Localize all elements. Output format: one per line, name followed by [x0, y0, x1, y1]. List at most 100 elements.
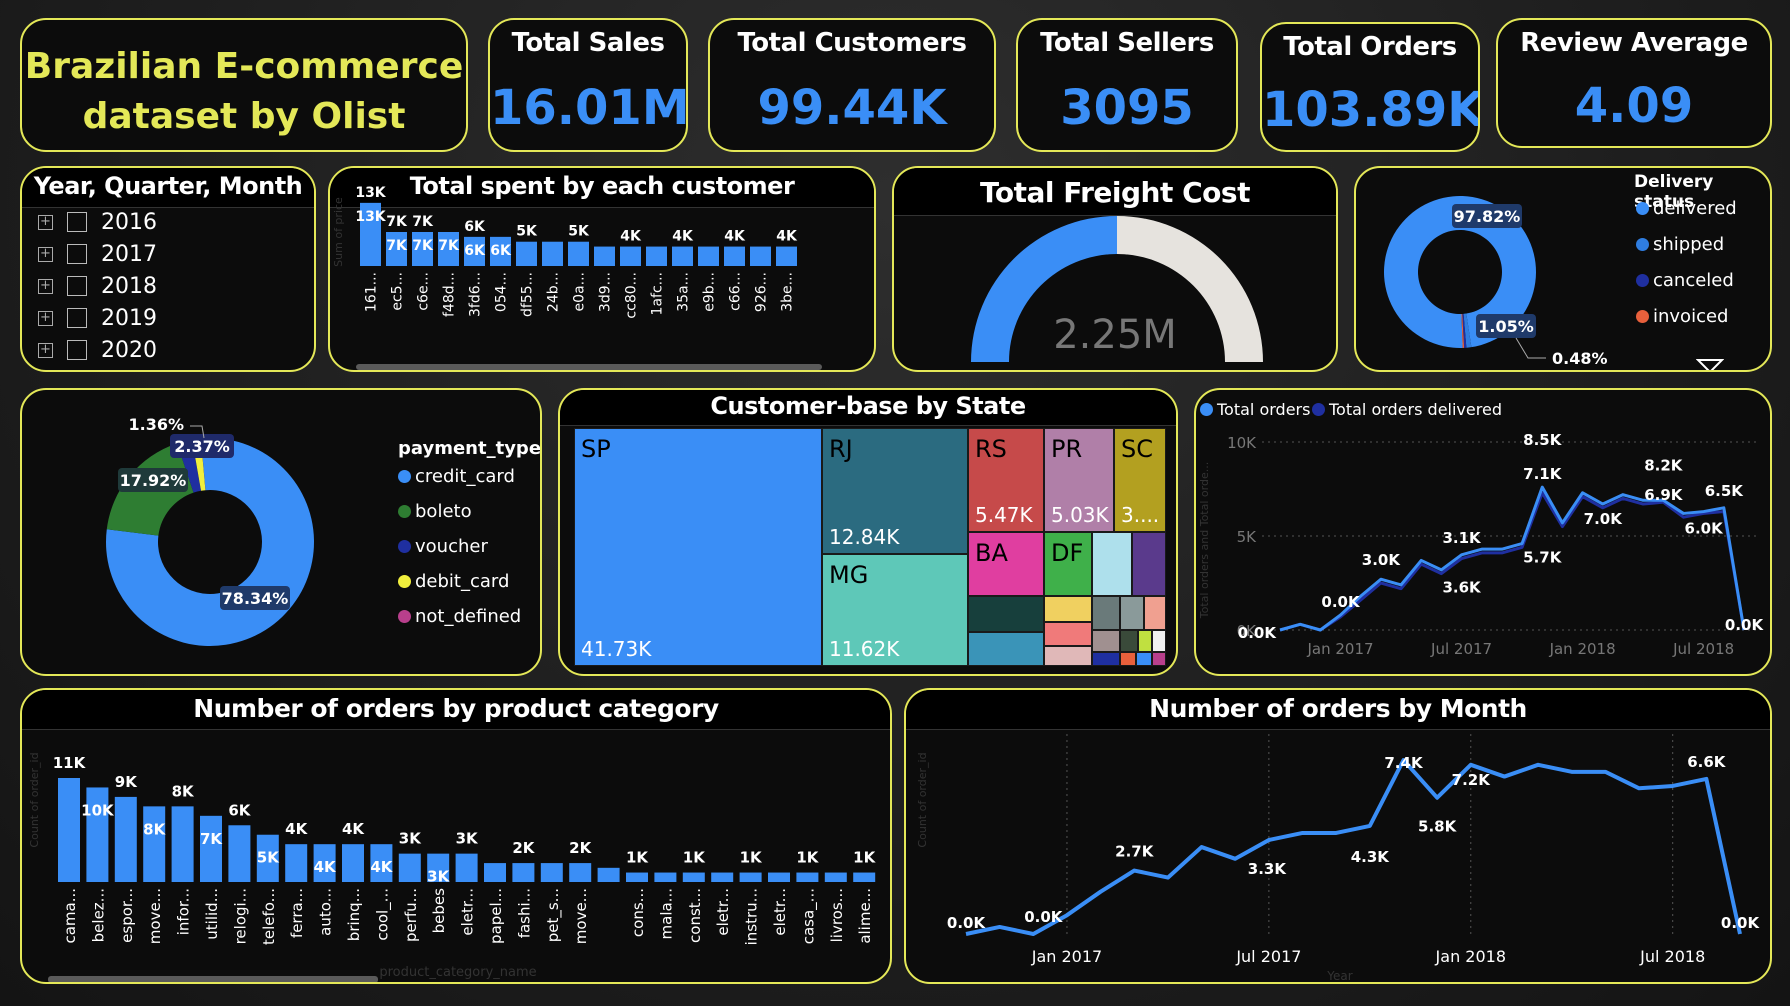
slicer-title: Year, Quarter, Month	[33, 172, 303, 200]
x-tick-label: Jan 2018	[1549, 640, 1616, 658]
x-tick-label: livros...	[828, 888, 846, 942]
x-tick-label: 1afc...	[650, 272, 666, 315]
expand-icon[interactable]: +	[38, 246, 53, 262]
treemap-cell-rj[interactable]: RJ 12.84K	[822, 428, 968, 554]
bar	[512, 863, 535, 882]
treemap-cell-small[interactable]	[1092, 532, 1132, 596]
x-tick-label: eletr...	[459, 888, 477, 936]
treemap-cell-sp[interactable]: SP 41.73K	[574, 428, 822, 666]
treemap-cell-small[interactable]	[1044, 596, 1092, 622]
bar	[516, 241, 537, 266]
bar	[143, 806, 166, 882]
x-tick-label: Jul 2017	[1235, 947, 1301, 966]
legend-item-delivered[interactable]: delivered	[1636, 198, 1737, 219]
data-label: 5K	[568, 224, 590, 240]
x-tick-label: telefo...	[260, 888, 278, 945]
legend-dot	[398, 540, 411, 553]
x-tick-label: espor...	[118, 888, 136, 943]
data-label: 3K	[399, 830, 422, 848]
data-label: 4K	[724, 229, 746, 245]
delivery-status-card: 97.82% 1.05% 0.48% Delivery status deliver…	[1354, 166, 1772, 372]
treemap-cell-df[interactable]: DF	[1044, 532, 1092, 596]
treemap-cell-small[interactable]	[968, 596, 1044, 632]
data-label-inside: 7K	[200, 830, 223, 848]
slicer-item-2016[interactable]: +2016	[38, 208, 157, 236]
data-label: 97.82%	[1454, 207, 1521, 226]
slicer-item-2017[interactable]: +2017	[38, 240, 157, 268]
legend-item-total-orders[interactable]: Total orders	[1200, 400, 1310, 419]
x-tick-label: 24b...	[546, 272, 562, 312]
treemap-cell-small[interactable]	[1132, 532, 1166, 596]
data-label: 0.0K	[1238, 624, 1278, 642]
treemap-cell-sc[interactable]: SC 3....	[1114, 428, 1166, 532]
legend-item-voucher[interactable]: voucher	[398, 536, 488, 557]
treemap-cell-small[interactable]	[1092, 596, 1120, 630]
kpi-review-average: Review Average 4.09	[1496, 18, 1772, 148]
legend-label: invoiced	[1653, 306, 1729, 327]
treemap-cell-small[interactable]	[1136, 652, 1152, 666]
x-tick-label: cons...	[629, 888, 647, 937]
legend-item-not-defined[interactable]: not_defined	[398, 606, 521, 627]
expand-icon[interactable]: +	[38, 342, 53, 358]
y-tick-label: 5K	[1237, 528, 1258, 546]
kpi-total-sellers: Total Sellers 3095	[1016, 18, 1238, 152]
expand-icon[interactable]: +	[38, 310, 53, 326]
expand-icon[interactable]: +	[38, 214, 53, 230]
data-label: 7K	[412, 214, 434, 230]
treemap-cell-small[interactable]	[1152, 652, 1166, 666]
x-tick-label: cool_...	[373, 888, 392, 941]
checkbox[interactable]	[67, 276, 87, 296]
legend-item-total-orders-delivered[interactable]: Total orders delivered	[1312, 400, 1502, 419]
freight-gauge-card: Total Freight Cost 2.25M	[892, 166, 1338, 372]
bar	[58, 778, 80, 882]
data-label: 17.92%	[120, 471, 187, 490]
treemap-cell-rs[interactable]: RS 5.47K	[968, 428, 1044, 532]
expand-icon[interactable]: +	[38, 278, 53, 294]
treemap-cell-mg[interactable]: MG 11.62K	[822, 554, 968, 666]
legend-scroll-down-icon[interactable]	[1696, 358, 1724, 372]
legend-item-invoiced[interactable]: invoiced	[1636, 306, 1728, 327]
treemap-cell-small[interactable]	[1120, 652, 1136, 666]
legend-item-debit-card[interactable]: debit_card	[398, 571, 509, 592]
treemap-cell-small[interactable]	[1044, 646, 1092, 666]
slicer-item-2018[interactable]: +2018	[38, 272, 157, 300]
legend-item-shipped[interactable]: shipped	[1636, 234, 1724, 255]
treemap-cell-small[interactable]	[1152, 630, 1166, 652]
slicer-item-label: 2018	[101, 273, 157, 299]
slicer-item-2019[interactable]: +2019	[38, 304, 157, 332]
checkbox[interactable]	[67, 340, 87, 360]
x-tick-label: 3be...	[780, 272, 796, 312]
bar	[750, 246, 771, 266]
slicer-item-2020[interactable]: +2020	[38, 336, 157, 364]
treemap-cell-small[interactable]	[1120, 630, 1138, 652]
checkbox[interactable]	[67, 212, 87, 232]
treemap-cell-small[interactable]	[1044, 622, 1092, 646]
treemap-cell-ba[interactable]: BA	[968, 532, 1044, 596]
data-label: 0.48%	[1552, 349, 1608, 368]
treemap-cell-small[interactable]	[1144, 596, 1166, 630]
treemap-cell-small[interactable]	[1092, 652, 1120, 666]
slicer-item-label: 2020	[101, 337, 157, 363]
legend-item-boleto[interactable]: boleto	[398, 501, 472, 522]
treemap-cell-small[interactable]	[1120, 596, 1144, 630]
slicer-item-label: 2019	[101, 305, 157, 331]
checkbox[interactable]	[67, 244, 87, 264]
treemap-cell-small[interactable]	[968, 632, 1044, 666]
bar	[768, 872, 790, 882]
data-label-inside: 6K	[490, 243, 512, 259]
treemap-cell-pr[interactable]: PR 5.03K	[1044, 428, 1114, 532]
horizontal-scrollbar[interactable]	[48, 976, 378, 982]
kpi-label: Total Orders	[1283, 32, 1457, 62]
horizontal-scrollbar[interactable]	[356, 364, 822, 370]
legend-item-canceled[interactable]: canceled	[1636, 270, 1734, 291]
x-tick-label: e0a...	[572, 272, 588, 311]
data-label: 1K	[683, 849, 706, 867]
legend-item-credit-card[interactable]: credit_card	[398, 466, 515, 487]
data-label: 7.4K	[1384, 754, 1424, 772]
legend-label: not_defined	[415, 606, 522, 627]
checkbox[interactable]	[67, 308, 87, 328]
treemap-cell-small[interactable]	[1092, 630, 1120, 652]
bar	[654, 872, 677, 882]
dashboard-title: Brazilian E-commerce dataset by Olist	[22, 42, 466, 142]
treemap-cell-small[interactable]	[1138, 630, 1152, 652]
